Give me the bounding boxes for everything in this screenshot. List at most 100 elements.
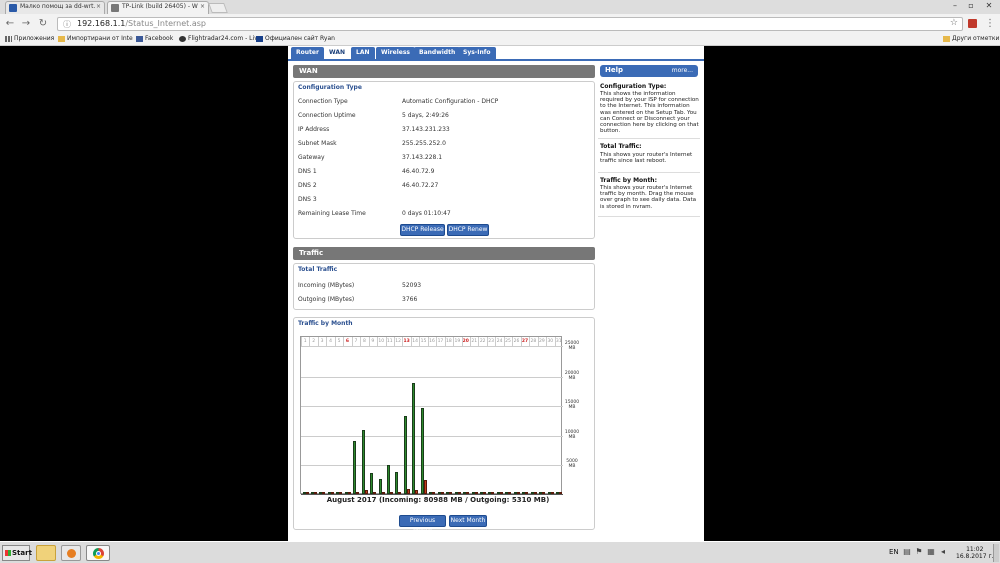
incoming-bar[interactable] xyxy=(403,415,407,494)
language-indicator[interactable]: EN xyxy=(889,548,899,556)
bookmark-ryanair[interactable]: Официален сайт Ryan xyxy=(256,35,335,42)
outgoing-bar[interactable] xyxy=(347,492,351,494)
flightradar-icon xyxy=(179,36,186,42)
outgoing-bar[interactable] xyxy=(364,490,368,494)
page-info-icon[interactable]: ⓘ xyxy=(63,19,71,30)
incoming-bar[interactable] xyxy=(387,465,391,494)
tray-network-icon[interactable]: ▦ xyxy=(927,548,935,556)
maximize-icon[interactable]: ▫ xyxy=(964,0,978,12)
dhcp-renew-button[interactable]: DHCP Renew xyxy=(447,224,489,236)
minimize-icon[interactable]: – xyxy=(948,0,962,12)
new-tab-button[interactable] xyxy=(208,3,228,13)
outgoing-bar[interactable] xyxy=(398,492,402,494)
incoming-bar[interactable] xyxy=(395,471,399,494)
outgoing-bar[interactable] xyxy=(516,492,520,494)
outgoing-bar[interactable] xyxy=(533,492,537,494)
browser-tab-active[interactable]: TP-Link (build 26405) - W × xyxy=(107,1,209,14)
outgoing-bar[interactable] xyxy=(482,492,486,494)
forward-icon[interactable]: → xyxy=(20,17,32,31)
address-bar[interactable]: ⓘ 192.168.1.1/Status_Internet.asp ☆ xyxy=(57,17,963,31)
outgoing-bar[interactable] xyxy=(499,492,503,494)
outgoing-bar[interactable] xyxy=(305,492,309,494)
outgoing-bar[interactable] xyxy=(313,492,317,494)
close-icon[interactable]: × xyxy=(96,3,101,10)
help-text: This shows your router's Internet traffi… xyxy=(600,152,693,165)
start-button[interactable]: Start xyxy=(2,545,32,561)
outgoing-bar[interactable] xyxy=(373,492,377,494)
outgoing-bar[interactable] xyxy=(550,492,554,494)
media-player-icon[interactable] xyxy=(61,545,81,561)
folder-icon xyxy=(943,36,950,42)
outgoing-bar[interactable] xyxy=(406,488,410,494)
outgoing-bar[interactable] xyxy=(339,492,343,494)
outgoing-bar[interactable] xyxy=(330,492,334,494)
tray-keyboard-icon[interactable]: ▤ xyxy=(903,548,911,556)
outgoing-bar[interactable] xyxy=(356,491,360,494)
outgoing-bar[interactable] xyxy=(415,489,419,494)
menu-icon[interactable]: ⋮ xyxy=(984,17,996,31)
chart-caption: August 2017 (Incoming: 80988 MB / Outgoi… xyxy=(326,496,550,504)
traffic-by-month-legend: Traffic by Month xyxy=(298,320,353,327)
media-player-logo xyxy=(67,549,76,558)
tab-lan[interactable]: LAN xyxy=(351,47,375,59)
help-heading: Configuration Type: xyxy=(600,83,667,90)
incoming-bar[interactable] xyxy=(412,383,416,494)
close-icon[interactable]: × xyxy=(200,3,205,10)
traffic-chart[interactable]: 1 2 3 4 5 6 7 8 9 10 11 12 13 14 15 16 17 18 19 20 21 22 23 24 2… xyxy=(300,336,563,495)
help-more-link[interactable]: more... xyxy=(672,67,693,74)
extension-icon[interactable] xyxy=(968,19,977,28)
other-bookmarks[interactable]: Други отметки xyxy=(943,35,999,42)
outgoing-bar[interactable] xyxy=(525,492,529,494)
outgoing-bar[interactable] xyxy=(508,492,512,494)
tray-flag-icon[interactable]: ⚑ xyxy=(915,548,923,556)
star-icon[interactable]: ☆ xyxy=(950,18,958,28)
outgoing-bar[interactable] xyxy=(466,492,470,494)
chrome-icon[interactable] xyxy=(86,545,110,561)
row-value: 255.255.252.0 xyxy=(402,140,446,147)
outgoing-bar[interactable] xyxy=(542,492,546,494)
outgoing-bar[interactable] xyxy=(423,480,427,494)
browser-tab[interactable]: Малко помощ за dd-wrt. × xyxy=(5,1,105,14)
outgoing-bar[interactable] xyxy=(381,492,385,494)
tab-wan[interactable]: WAN xyxy=(324,47,351,59)
outgoing-bar[interactable] xyxy=(449,492,453,494)
tab-bandwidth[interactable]: Bandwidth xyxy=(414,47,461,59)
tab-wireless[interactable]: Wireless xyxy=(376,47,415,59)
tab-router[interactable]: Router xyxy=(291,47,324,59)
bookmark-facebook[interactable]: Facebook xyxy=(136,35,173,42)
row-label: Gateway xyxy=(298,154,325,161)
dhcp-release-button[interactable]: DHCP Release xyxy=(400,224,445,236)
incoming-bar[interactable] xyxy=(370,473,374,494)
back-icon[interactable]: ← xyxy=(4,17,16,31)
bookmark-flightradar[interactable]: Flightradar24.com - Liv xyxy=(179,35,258,42)
outgoing-bar[interactable] xyxy=(474,492,478,494)
show-desktop-button[interactable] xyxy=(993,544,999,562)
outgoing-bar[interactable] xyxy=(457,492,461,494)
explorer-icon[interactable] xyxy=(36,545,56,561)
previous-month-button[interactable]: Previous Month xyxy=(399,515,446,534)
close-window-icon[interactable]: ✕ xyxy=(982,0,996,12)
outgoing-bar[interactable] xyxy=(432,492,436,494)
incoming-bar[interactable] xyxy=(353,441,357,494)
outgoing-bar[interactable] xyxy=(322,492,326,494)
traffic-section-header: Traffic xyxy=(293,247,595,260)
url-text: 192.168.1.1/Status_Internet.asp xyxy=(77,19,206,28)
next-month-button[interactable]: Next Month xyxy=(449,515,487,527)
outgoing-bar[interactable] xyxy=(491,492,495,494)
tab-sys-info[interactable]: Sys-Info xyxy=(458,47,496,59)
clock-time: 11:02 xyxy=(966,546,984,553)
outgoing-bar[interactable] xyxy=(390,492,394,494)
outgoing-bar[interactable] xyxy=(440,492,444,494)
bookmark-folder[interactable]: Импортирани от Inte xyxy=(58,35,133,42)
url-host: 192.168.1.1 xyxy=(77,19,126,28)
reload-icon[interactable]: ↻ xyxy=(37,17,49,31)
row-label: IP Address xyxy=(298,126,330,133)
bookmark-apps[interactable]: Приложения xyxy=(5,35,54,42)
incoming-bar[interactable] xyxy=(361,430,365,494)
incoming-label: Incoming (MBytes) xyxy=(298,282,355,289)
nav-tabs: Router WAN LAN Wireless Bandwidth Sys-In… xyxy=(288,46,704,60)
tray-volume-icon[interactable]: ◂ xyxy=(939,548,947,556)
clock-date: 16.8.2017 г. xyxy=(956,553,994,560)
windows-flag-icon xyxy=(5,550,11,556)
system-clock[interactable]: 11:02 16.8.2017 г. xyxy=(956,546,994,560)
